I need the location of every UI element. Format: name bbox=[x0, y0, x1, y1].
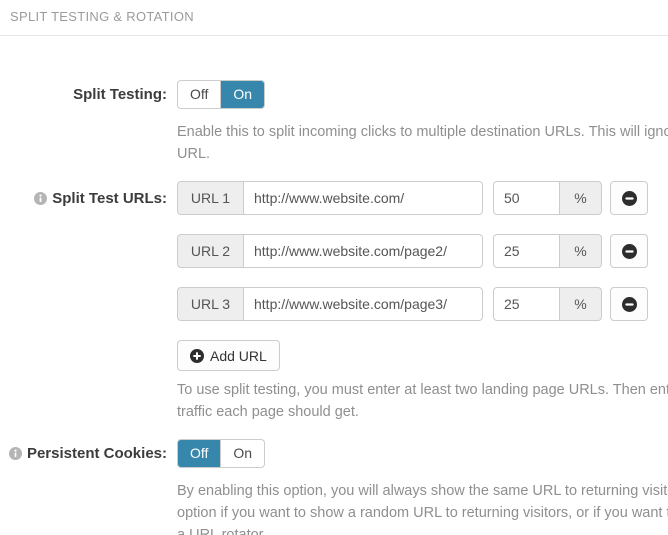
help-line: URL. bbox=[177, 143, 668, 165]
plus-circle-icon bbox=[190, 349, 204, 363]
persistent-cookies-toggle: Off On bbox=[177, 439, 265, 468]
url-2-percent-input[interactable] bbox=[493, 234, 560, 268]
help-line: Enable this to split incoming clicks to … bbox=[177, 121, 668, 143]
help-line: By enabling this option, you will always… bbox=[177, 480, 668, 502]
url-1-percent-unit: % bbox=[560, 181, 602, 215]
help-line: To use split testing, you must enter at … bbox=[177, 379, 668, 401]
split-test-urls-label: Split Test URLs: bbox=[52, 190, 167, 207]
add-url-label: Add URL bbox=[210, 348, 267, 364]
url-1-percent-input[interactable] bbox=[493, 181, 560, 215]
section-header: SPLIT TESTING & ROTATION bbox=[0, 0, 668, 36]
url-1-input[interactable] bbox=[243, 181, 483, 215]
persistent-cookies-off-button[interactable]: Off bbox=[177, 439, 221, 468]
split-testing-toggle: Off On bbox=[177, 80, 265, 109]
minus-circle-icon bbox=[622, 297, 637, 312]
url-3-prefix: URL 3 bbox=[177, 287, 243, 321]
url-row-2: URL 2 % bbox=[177, 234, 668, 268]
split-testing-label: Split Testing: bbox=[73, 86, 167, 103]
help-line: traffic each page should get. bbox=[177, 401, 668, 423]
persistent-cookies-row: Persistent Cookies: Off On By enabling t… bbox=[0, 439, 668, 535]
url-3-remove-button[interactable] bbox=[610, 287, 648, 321]
info-circle-icon[interactable] bbox=[34, 192, 47, 205]
minus-circle-icon bbox=[622, 244, 637, 259]
url-2-remove-button[interactable] bbox=[610, 234, 648, 268]
split-test-urls-help: To use split testing, you must enter at … bbox=[177, 379, 668, 423]
split-testing-on-button[interactable]: On bbox=[221, 80, 265, 109]
split-testing-panel: SPLIT TESTING & ROTATION Split Testing: … bbox=[0, 0, 668, 535]
url-row-1: URL 1 % bbox=[177, 181, 668, 215]
add-url-button[interactable]: Add URL bbox=[177, 340, 280, 371]
url-row-3: URL 3 % bbox=[177, 287, 668, 321]
split-testing-help: Enable this to split incoming clicks to … bbox=[177, 121, 668, 165]
url-2-percent-unit: % bbox=[560, 234, 602, 268]
persistent-cookies-label-col: Persistent Cookies: bbox=[0, 439, 177, 468]
split-testing-label-col: Split Testing: bbox=[0, 80, 177, 109]
persistent-cookies-on-button[interactable]: On bbox=[221, 439, 265, 468]
split-test-urls-row: Split Test URLs: URL 1 % bbox=[0, 181, 668, 423]
persistent-cookies-help: By enabling this option, you will always… bbox=[177, 480, 668, 535]
url-2-input[interactable] bbox=[243, 234, 483, 268]
help-line: option if you want to show a random URL … bbox=[177, 502, 668, 524]
url-3-input[interactable] bbox=[243, 287, 483, 321]
url-1-remove-button[interactable] bbox=[610, 181, 648, 215]
url-3-percent-unit: % bbox=[560, 287, 602, 321]
url-3-percent-input[interactable] bbox=[493, 287, 560, 321]
split-test-urls-label-col: Split Test URLs: bbox=[0, 181, 177, 215]
url-1-prefix: URL 1 bbox=[177, 181, 243, 215]
url-2-prefix: URL 2 bbox=[177, 234, 243, 268]
info-circle-icon[interactable] bbox=[9, 447, 22, 460]
section-title: SPLIT TESTING & ROTATION bbox=[10, 9, 194, 24]
persistent-cookies-label: Persistent Cookies: bbox=[27, 445, 167, 462]
split-testing-off-button[interactable]: Off bbox=[177, 80, 221, 109]
split-testing-row: Split Testing: Off On Enable this to spl… bbox=[0, 80, 668, 165]
minus-circle-icon bbox=[622, 191, 637, 206]
help-line: a URL rotator. bbox=[177, 524, 668, 535]
